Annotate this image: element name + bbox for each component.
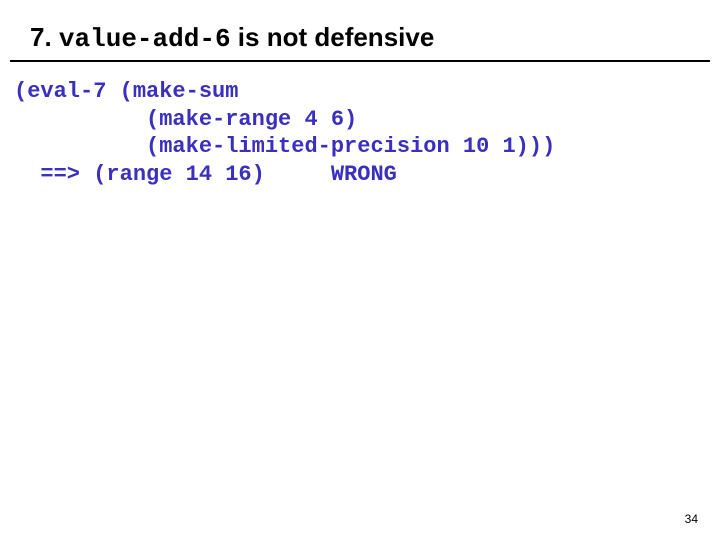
- code-line-4: ==> (range 14 16) WRONG: [14, 162, 397, 187]
- title-rest: is not defensive: [238, 22, 435, 52]
- code-line-3: (make-limited-precision 10 1))): [14, 134, 555, 159]
- code-line-2: (make-range 4 6): [14, 107, 357, 132]
- page-number: 34: [685, 512, 698, 526]
- code-line-1: (eval-7 (make-sum: [14, 79, 238, 104]
- code-block: (eval-7 (make-sum (make-range 4 6) (make…: [14, 78, 555, 188]
- title-code: value-add-6: [59, 24, 231, 54]
- title-underline: [10, 60, 710, 62]
- slide-title: 7. value-add-6 is not defensive: [30, 22, 434, 54]
- slide: 7. value-add-6 is not defensive (eval-7 …: [0, 0, 720, 540]
- title-number: 7.: [30, 22, 52, 52]
